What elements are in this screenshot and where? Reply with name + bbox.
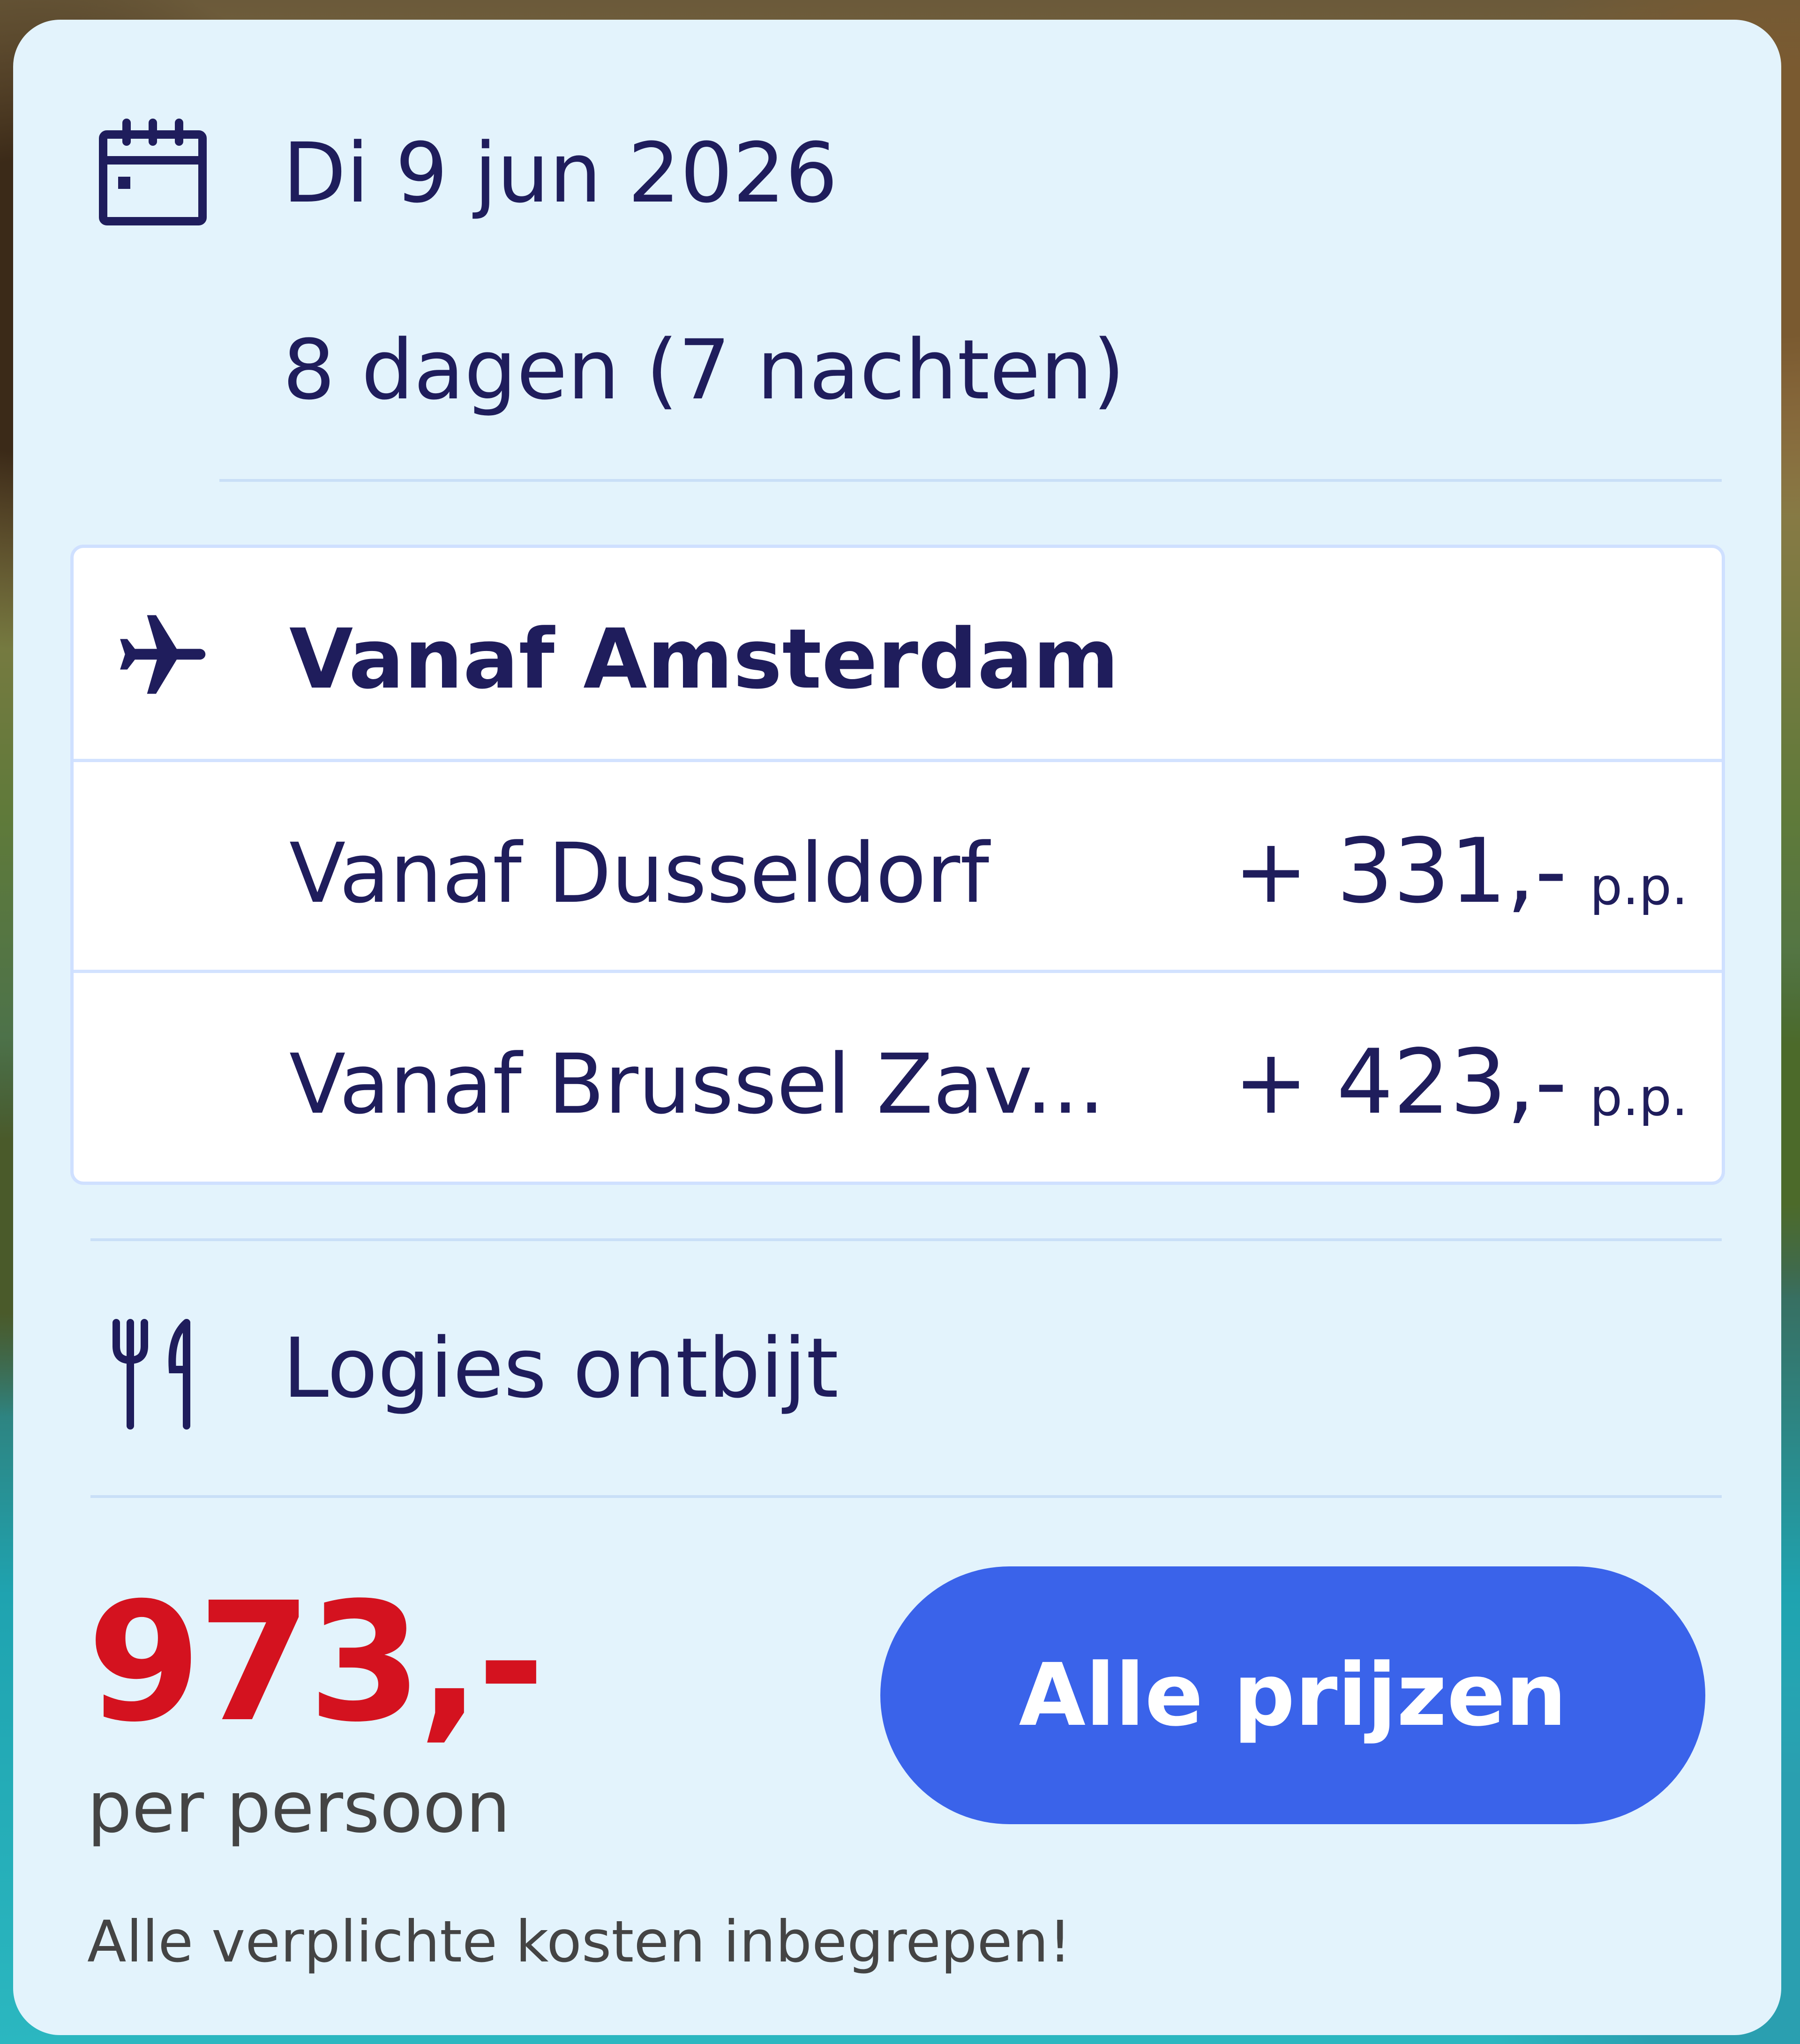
airport-surcharge: + 423,- bbox=[1233, 1030, 1567, 1134]
airport-label: Vanaf Amsterdam bbox=[289, 611, 1119, 707]
departure-date: Di 9 jun 2026 bbox=[283, 125, 838, 221]
airport-surcharge: + 331,- bbox=[1233, 819, 1567, 923]
divider bbox=[90, 1238, 1722, 1241]
per-person-suffix: p.p. bbox=[1590, 856, 1688, 916]
calendar-icon bbox=[99, 119, 207, 225]
costs-included-note: Alle verplichte kosten inbegrepen! bbox=[87, 1909, 1072, 1975]
airport-option-amsterdam[interactable]: Vanaf Amsterdam bbox=[74, 548, 1722, 759]
airport-label: Vanaf Dusseldorf bbox=[289, 825, 990, 921]
per-person-label: per persoon bbox=[87, 1767, 510, 1849]
price: 973,- bbox=[87, 1567, 545, 1758]
trip-duration: 8 dagen (7 nachten) bbox=[283, 322, 1125, 418]
airplane-icon bbox=[120, 615, 206, 694]
airport-label: Vanaf Brussel Zav... bbox=[289, 1036, 1105, 1132]
board-type: Logies ontbijt bbox=[283, 1320, 839, 1416]
trip-summary-card: Di 9 jun 2026 8 dagen (7 nachten) Vanaf … bbox=[13, 20, 1781, 2035]
all-prices-button[interactable]: Alle prijzen bbox=[880, 1566, 1705, 1824]
airport-option-dusseldorf[interactable]: Vanaf Dusseldorf + 331,- p.p. bbox=[74, 759, 1722, 973]
divider bbox=[219, 479, 1722, 482]
airport-option-brussel[interactable]: Vanaf Brussel Zav... + 423,- p.p. bbox=[74, 970, 1722, 1182]
per-person-suffix: p.p. bbox=[1590, 1067, 1688, 1127]
departure-airport-list: Vanaf Amsterdam Vanaf Dusseldorf + 331,-… bbox=[70, 545, 1725, 1185]
divider bbox=[90, 1495, 1722, 1498]
cutlery-icon bbox=[112, 1319, 190, 1430]
